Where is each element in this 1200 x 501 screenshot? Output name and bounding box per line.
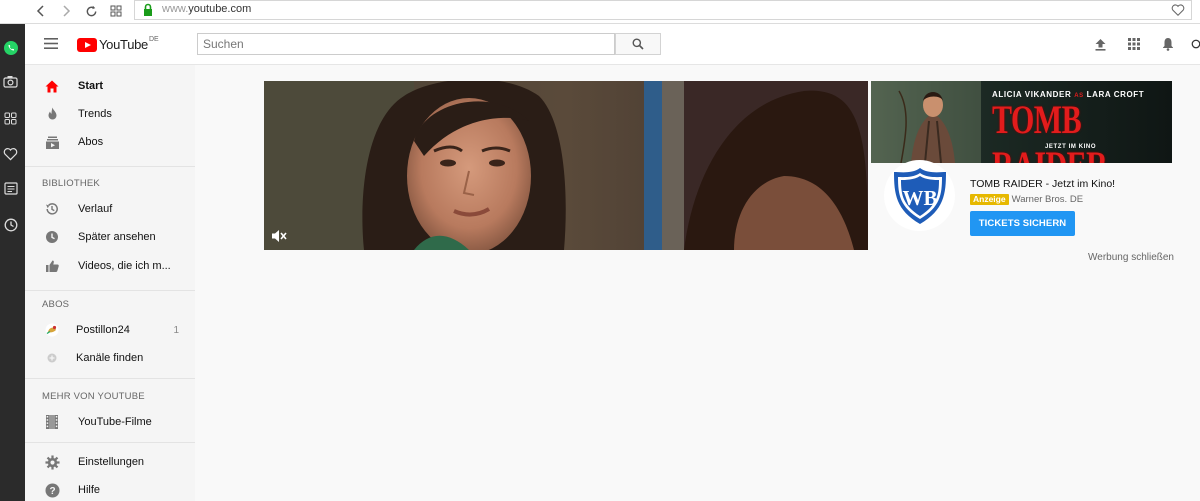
sidebar-item-start[interactable]: Start — [25, 72, 195, 100]
film-icon — [44, 414, 60, 430]
search-button[interactable] — [615, 33, 661, 55]
youtube-logo[interactable]: YouTube DE — [77, 36, 159, 52]
sidebar-item-abos[interactable]: Abos — [25, 128, 195, 156]
sidebar-item-hilfe[interactable]: ? Hilfe — [25, 476, 195, 501]
flame-icon — [44, 106, 60, 122]
back-icon[interactable] — [32, 2, 50, 20]
sidebar-item-postillon24[interactable]: Postillon24 1 — [25, 316, 195, 344]
sidebar-item-label: Verlauf — [78, 203, 113, 215]
ad-badge: Anzeige — [970, 194, 1009, 205]
divider — [25, 290, 195, 291]
heart-icon[interactable] — [1171, 3, 1185, 17]
thumb-up-icon — [44, 258, 60, 274]
sidebar-item-liked-videos[interactable]: Videos, die ich m... — [25, 252, 195, 280]
url-text: www.youtube.com — [162, 3, 252, 15]
sidebar-item-label: Postillon24 — [76, 324, 130, 336]
speed-dial-icon[interactable] — [2, 110, 19, 127]
subscriptions-icon — [44, 134, 60, 150]
close-ad-link[interactable]: Werbung schließen — [1088, 252, 1174, 263]
gear-icon — [44, 454, 60, 470]
sidebar-item-watch-later[interactable]: Später ansehen — [25, 223, 195, 251]
tickets-button[interactable]: TICKETS SICHERN — [970, 211, 1075, 236]
whatsapp-icon[interactable] — [2, 39, 19, 56]
video-frame — [264, 81, 868, 250]
search-input[interactable] — [198, 34, 614, 54]
sidebar-item-verlauf[interactable]: Verlauf — [25, 195, 195, 223]
reload-icon[interactable] — [82, 2, 100, 20]
browser-sidebar — [0, 24, 25, 501]
country-code: DE — [149, 36, 159, 43]
news-icon[interactable] — [2, 180, 19, 197]
camera-icon[interactable] — [2, 73, 19, 90]
warner-bros-logo[interactable]: WB — [884, 160, 955, 231]
bell-icon[interactable] — [1160, 36, 1176, 52]
svg-text:WB: WB — [902, 186, 937, 210]
lock-icon — [144, 3, 152, 16]
speed-dial-icon[interactable] — [107, 2, 125, 20]
section-heading-more: MEHR VON YOUTUBE — [42, 391, 145, 402]
forward-icon[interactable] — [57, 2, 75, 20]
search-icon — [632, 38, 644, 50]
sidebar-item-youtube-filme[interactable]: YouTube-Filme — [25, 408, 195, 436]
divider — [25, 442, 195, 443]
masthead: YouTube DE — [25, 24, 1200, 65]
ad-banner[interactable]: ALICIA VIKANDER AS LARA CROFT TOMB RAIDE… — [871, 81, 1172, 163]
channel-avatar — [44, 322, 60, 338]
address-bar[interactable]: www.youtube.com — [134, 0, 1192, 20]
upload-icon[interactable] — [1092, 36, 1108, 52]
divider — [25, 166, 195, 167]
sidebar-item-label: Start — [78, 80, 104, 92]
ad-video-player[interactable] — [264, 81, 868, 250]
sidebar-item-label: Trends — [78, 108, 112, 120]
home-icon — [44, 78, 60, 94]
ad-title[interactable]: TOMB RAIDER - Jetzt im Kino! — [970, 178, 1115, 190]
sidebar-item-label: Videos, die ich m... — [78, 260, 171, 272]
guide-sidebar: Start Trends Abos BIBLIOTHEK Verlauf Spä… — [25, 65, 195, 501]
svg-text:?: ? — [49, 486, 55, 497]
sidebar-item-trends[interactable]: Trends — [25, 100, 195, 128]
section-heading-subs: ABOS — [42, 299, 70, 310]
history-icon[interactable] — [2, 216, 19, 233]
plus-circle-icon — [44, 350, 60, 366]
wb-shield-icon: WB — [893, 167, 946, 224]
sidebar-item-label: Kanäle finden — [76, 352, 144, 364]
sidebar-item-label: Abos — [78, 136, 104, 148]
browser-toolbar: www.youtube.com — [0, 0, 1200, 24]
section-heading-library: BIBLIOTHEK — [42, 178, 100, 189]
sidebar-item-label: Einstellungen — [78, 456, 145, 468]
ad-meta: Anzeige Warner Bros. DE — [970, 194, 1083, 205]
help-icon: ? — [44, 482, 60, 498]
heart-icon[interactable] — [2, 145, 19, 162]
divider — [25, 378, 195, 379]
apps-icon[interactable] — [1126, 36, 1142, 52]
search-box — [197, 33, 615, 55]
sidebar-item-label: YouTube-Filme — [78, 416, 152, 428]
banner-subtitle: JETZT IM KINO — [1045, 144, 1097, 150]
menu-icon[interactable] — [44, 38, 58, 49]
play-logo-icon — [77, 37, 97, 52]
advertiser-name[interactable]: Warner Bros. DE — [1012, 194, 1083, 205]
banner-title: TOMB RAIDER — [992, 98, 1108, 163]
history-icon — [44, 201, 60, 217]
logo-text: YouTube — [99, 37, 148, 52]
avatar[interactable] — [1191, 36, 1200, 52]
sidebar-item-label: Hilfe — [78, 484, 101, 496]
sidebar-item-label: Später ansehen — [78, 231, 156, 243]
clock-icon — [44, 229, 60, 245]
sidebar-item-find-channels[interactable]: Kanäle finden — [25, 344, 195, 372]
new-video-count: 1 — [173, 324, 179, 336]
mute-icon[interactable] — [271, 229, 287, 243]
sidebar-item-einstellungen[interactable]: Einstellungen — [25, 448, 195, 476]
